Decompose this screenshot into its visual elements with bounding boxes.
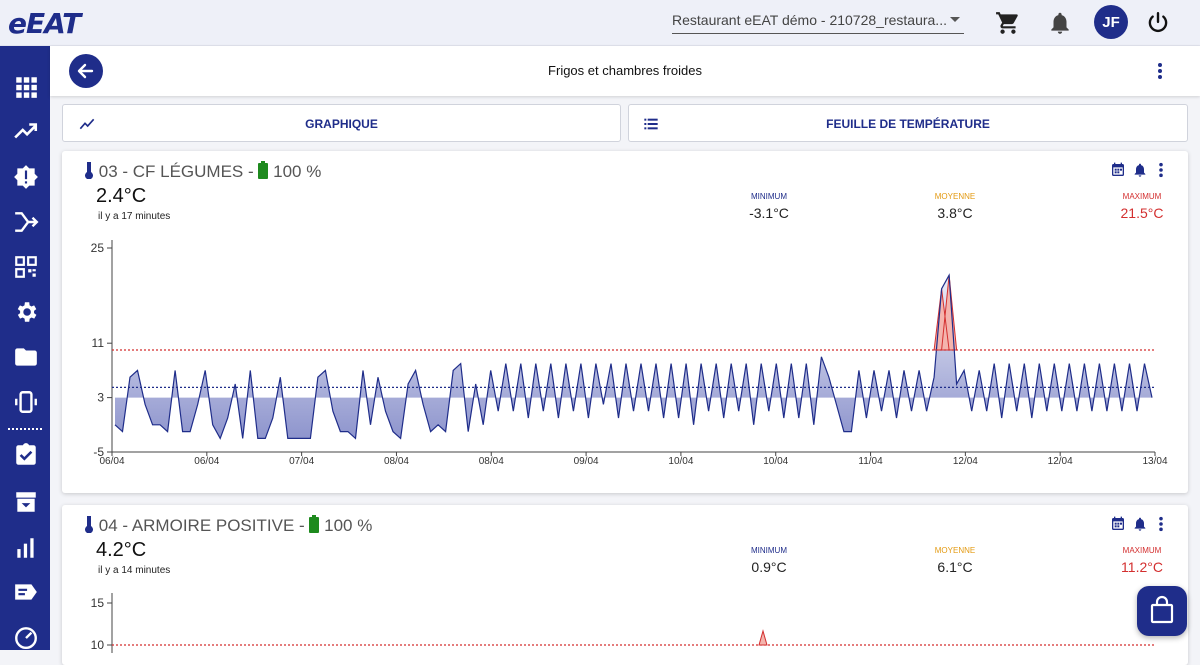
x-tick-label: 06/04 <box>99 456 124 467</box>
max-value: 21.5°C <box>1120 205 1164 221</box>
x-tick-label: 12/04 <box>1048 456 1073 467</box>
checklist-icon[interactable] <box>13 442 39 468</box>
shop-button[interactable] <box>1137 586 1187 636</box>
settings-icon[interactable] <box>13 299 39 325</box>
bell-icon[interactable] <box>1132 516 1148 532</box>
bar-chart-icon[interactable] <box>13 535 39 561</box>
sensor-name: 04 - ARMOIRE POSITIVE - <box>98 516 310 535</box>
speedometer-icon[interactable] <box>13 624 39 650</box>
page-header: Frigos et chambres froides <box>50 46 1200 96</box>
y-tick-label: 15 <box>91 596 105 610</box>
top-bar: eEAT Restaurant eEAT démo - 210728_resta… <box>0 0 1200 46</box>
x-tick-label: 12/04 <box>953 456 978 467</box>
battery-level: 100 % <box>324 516 373 535</box>
chevron-down-icon <box>950 17 960 22</box>
card-actions <box>1110 515 1166 535</box>
sidebar-divider <box>8 428 42 430</box>
sidebar <box>0 46 50 650</box>
restaurant-select-value: Restaurant eEAT démo - 210728_restaura..… <box>672 12 947 28</box>
battery-level: 100 % <box>273 162 322 181</box>
tab-graphique-label: GRAPHIQUE <box>305 117 378 131</box>
restaurant-select[interactable]: Restaurant eEAT démo - 210728_restaura..… <box>672 12 964 34</box>
device-icon[interactable] <box>13 389 39 415</box>
avg-label: MOYENNE <box>934 546 976 555</box>
tab-feuille-temperature[interactable]: FEUILLE DE TEMPÉRATURE <box>628 104 1188 142</box>
calendar-icon[interactable] <box>1110 162 1126 178</box>
shopping-bag-icon <box>1150 595 1174 624</box>
bell-icon[interactable] <box>1132 162 1148 178</box>
thermometer-icon <box>85 516 93 533</box>
avg-value: 6.1°C <box>937 559 973 575</box>
y-tick-label: 25 <box>91 241 105 255</box>
trending-up-icon[interactable] <box>13 118 39 144</box>
folder-icon[interactable] <box>13 344 39 370</box>
last-update: il y a 14 minutes <box>98 565 171 576</box>
bell-icon[interactable] <box>1047 10 1073 36</box>
more-vert-icon[interactable] <box>1158 516 1164 532</box>
min-value: -3.1°C <box>749 205 789 221</box>
thermometer-icon <box>85 162 93 179</box>
more-vert-icon[interactable] <box>1157 62 1163 80</box>
app-logo[interactable]: eEAT <box>8 7 81 40</box>
min-label: MINIMUM <box>751 192 787 201</box>
series-area <box>115 275 1152 439</box>
more-vert-icon[interactable] <box>1158 162 1164 178</box>
cart-icon[interactable] <box>995 10 1021 36</box>
workflow-icon[interactable] <box>13 209 39 235</box>
sensor-card: 03 - CF LÉGUMES - 100 % 2.4°C il y a 17 … <box>62 151 1188 493</box>
avg-value: 3.8°C <box>937 205 973 221</box>
sensor-card-title: 03 - CF LÉGUMES - 100 % <box>84 161 321 182</box>
battery-icon <box>309 515 320 533</box>
max-label: MAXIMUM <box>1122 546 1162 555</box>
sensor-card-title: 04 - ARMOIRE POSITIVE - 100 % <box>84 515 372 536</box>
x-tick-label: 06/04 <box>194 456 219 467</box>
last-update: il y a 17 minutes <box>98 211 171 222</box>
temperature-chart: 1510 <box>91 593 1155 653</box>
alert-badge-icon[interactable] <box>13 164 39 190</box>
battery-icon <box>258 161 269 179</box>
alarm-area <box>758 629 768 646</box>
qr-code-icon[interactable] <box>13 254 39 280</box>
max-value: 11.2°C <box>1121 559 1163 575</box>
power-icon[interactable] <box>1145 10 1171 36</box>
x-tick-label: 09/04 <box>574 456 599 467</box>
x-tick-label: 07/04 <box>289 456 314 467</box>
user-avatar[interactable]: JF <box>1094 5 1128 39</box>
min-value: 0.9°C <box>751 559 787 575</box>
card-actions <box>1110 161 1166 181</box>
sensor-name: 03 - CF LÉGUMES - <box>98 162 259 181</box>
y-tick-label: 3 <box>97 391 104 405</box>
x-tick-label: 13/04 <box>1142 456 1167 467</box>
x-tick-label: 08/04 <box>479 456 504 467</box>
x-tick-label: 11/04 <box>858 456 883 467</box>
current-temperature: 4.2°C <box>96 539 147 561</box>
archive-icon[interactable] <box>13 489 39 515</box>
calendar-icon[interactable] <box>1110 516 1126 532</box>
max-label: MAXIMUM <box>1122 192 1162 201</box>
page-title: Frigos et chambres froides <box>548 63 702 78</box>
tab-graphique[interactable]: GRAPHIQUE <box>62 104 621 142</box>
y-tick-label: 11 <box>92 336 105 350</box>
x-tick-label: 10/04 <box>763 456 788 467</box>
labels-icon[interactable] <box>13 579 39 605</box>
avg-label: MOYENNE <box>934 192 976 201</box>
tab-feuille-temperature-label: FEUILLE DE TEMPÉRATURE <box>826 117 990 131</box>
temperature-chart: 25113-506/04 06/04 07/04 08/04 08/04 09/04 10/… <box>91 240 1168 467</box>
sensor-card: 04 - ARMOIRE POSITIVE - 100 % 4.2°C il y… <box>62 505 1188 665</box>
dashboard-icon[interactable] <box>13 74 39 100</box>
min-label: MINIMUM <box>751 546 787 555</box>
x-tick-label: 08/04 <box>384 456 409 467</box>
current-temperature: 2.4°C <box>96 185 147 207</box>
x-tick-label: 10/04 <box>668 456 693 467</box>
